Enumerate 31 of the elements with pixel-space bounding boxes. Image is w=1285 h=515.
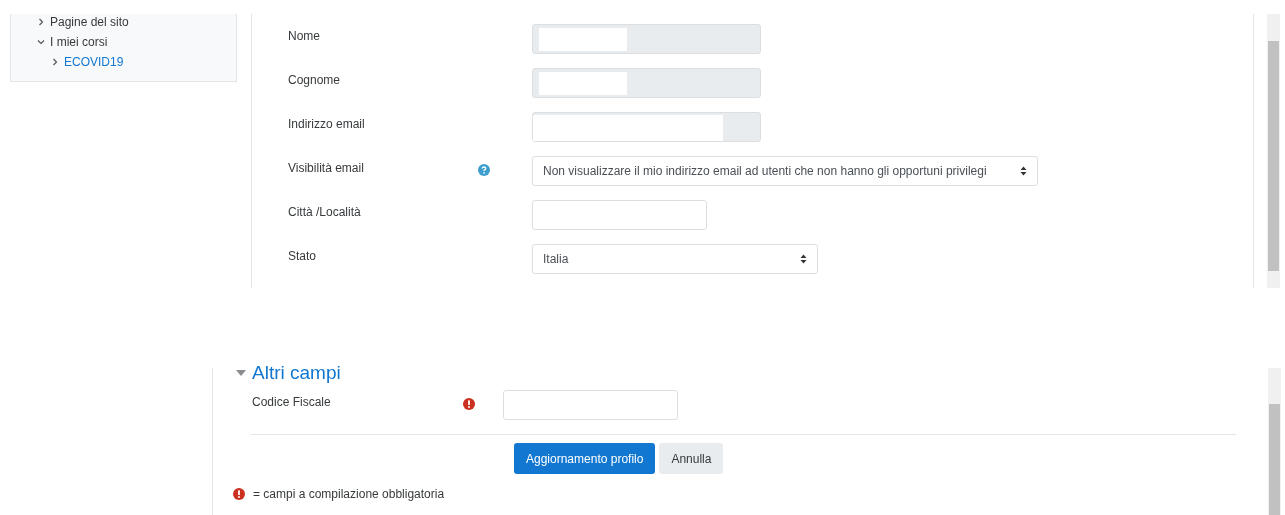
field-label: Visibilità email xyxy=(288,160,365,175)
legend-text: = campi a compilazione obbligatoria xyxy=(253,487,445,501)
scrollbar[interactable] xyxy=(1268,368,1281,515)
scrollbar[interactable] xyxy=(1267,14,1280,288)
dropdown-arrows-icon xyxy=(800,254,807,264)
help-icon[interactable] xyxy=(478,164,490,176)
cancel-button[interactable]: Annulla xyxy=(659,443,724,474)
dropdown-arrows-icon xyxy=(1020,166,1027,176)
field-label: Cognome xyxy=(288,72,342,87)
tree-item[interactable]: I miei corsi xyxy=(37,33,236,51)
chevron-right-icon xyxy=(51,58,59,66)
readonly-field[interactable] xyxy=(532,112,761,142)
tree-item[interactable]: Pagine del sito xyxy=(37,14,236,31)
field-label: Indirizzo email xyxy=(288,116,366,131)
course-link[interactable]: ECOVID19 xyxy=(37,53,236,71)
collapse-triangle-icon[interactable] xyxy=(236,369,246,377)
chevron-right-icon xyxy=(37,18,45,26)
field-label: Città /Località xyxy=(288,204,362,219)
input-field[interactable] xyxy=(532,200,707,230)
select-field[interactable]: Non visualizzare il mio indirizzo email ad utenti che non hanno gli opportuni privilegi xyxy=(532,156,1038,186)
field-label: Nome xyxy=(288,28,321,43)
readonly-field[interactable] xyxy=(532,24,761,54)
required-icon xyxy=(233,488,245,500)
select-field[interactable]: Italia xyxy=(532,244,818,274)
field-label: Stato xyxy=(288,248,318,263)
readonly-field[interactable] xyxy=(532,68,761,98)
chevron-down-icon xyxy=(37,38,45,46)
section-heading[interactable]: Altri campi xyxy=(252,362,341,384)
input-field[interactable] xyxy=(503,390,678,420)
submit-button[interactable]: Aggiornamento profilo xyxy=(514,443,656,474)
field-label: Codice Fiscale xyxy=(252,394,332,409)
